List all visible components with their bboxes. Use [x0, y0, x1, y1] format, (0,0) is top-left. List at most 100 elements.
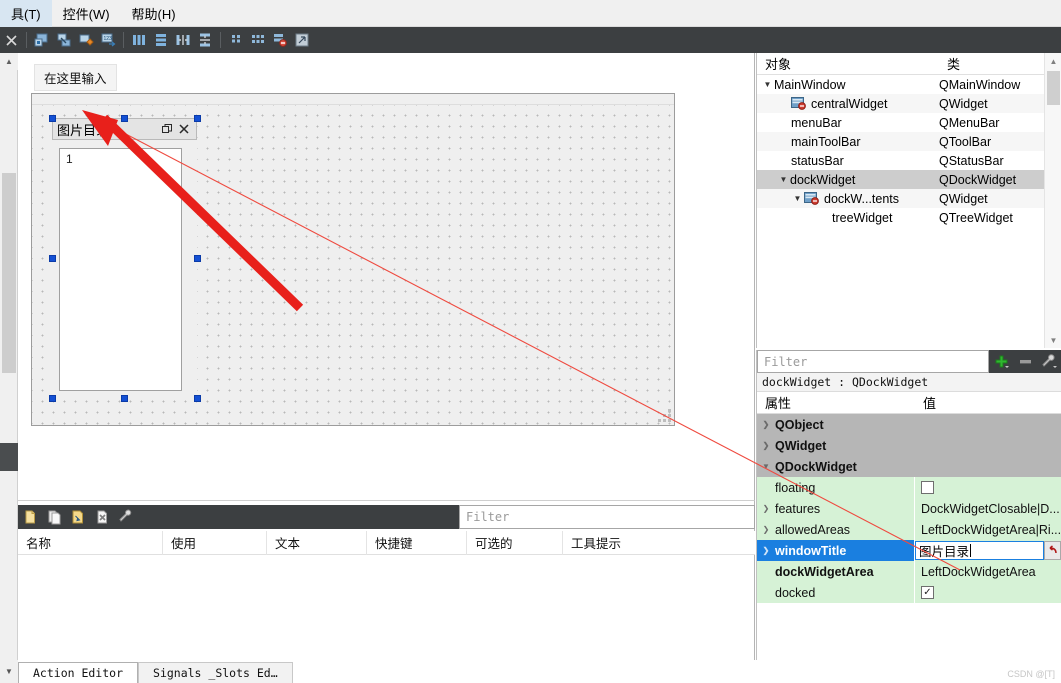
chevron-right-icon[interactable]: ❯	[757, 525, 775, 534]
tree-widget[interactable]: 1	[59, 148, 182, 391]
column-header-text[interactable]: 文本	[267, 530, 367, 555]
scrollbar-thumb[interactable]	[1047, 71, 1060, 105]
menu-tools[interactable]: 具(T)	[0, 0, 52, 27]
object-inspector-scrollbar[interactable]: ▲ ▼	[1044, 53, 1061, 348]
property-row-docked[interactable]: docked ✓	[757, 582, 1061, 603]
column-header-class[interactable]: 类	[939, 53, 1061, 75]
left-scrollbar[interactable]: ▲ ▼	[0, 53, 18, 683]
chevron-down-icon[interactable]: ▼	[757, 462, 775, 471]
tab-action-editor[interactable]: Action Editor	[18, 662, 139, 683]
chevron-down-icon[interactable]: ▼	[777, 175, 790, 184]
property-value-label[interactable]: LeftDockWidgetArea|Ri...	[915, 519, 1061, 540]
column-header-name[interactable]: 名称	[18, 530, 163, 555]
object-row-centralwidget[interactable]: centralWidget QWidget	[757, 94, 1061, 113]
object-row-maintoolbar[interactable]: mainToolBar QToolBar	[757, 132, 1061, 151]
edit-buddies-icon[interactable]	[75, 29, 97, 51]
column-header-checkable[interactable]: 可选的	[467, 530, 563, 555]
edit-action-icon[interactable]	[66, 506, 90, 528]
layout-form-icon[interactable]	[225, 29, 247, 51]
chevron-down-icon[interactable]: ▼	[0, 660, 18, 683]
selection-handle-top-right[interactable]	[194, 115, 201, 122]
new-action-icon[interactable]	[18, 506, 42, 528]
property-row-features[interactable]: ❯ features DockWidgetClosable|D...	[757, 498, 1061, 519]
object-row-treewidget[interactable]: treeWidget QTreeWidget	[757, 208, 1061, 227]
break-layout-icon[interactable]	[269, 29, 291, 51]
chevron-down-icon[interactable]: ▼	[791, 194, 804, 203]
property-name-label: docked	[775, 585, 816, 600]
dock-widget[interactable]: 图片目录 1	[52, 118, 197, 399]
selection-handle-bottom-left[interactable]	[49, 395, 56, 402]
layout-splitter-vertical-icon[interactable]	[194, 29, 216, 51]
minus-icon[interactable]	[1013, 350, 1037, 373]
chevron-right-icon[interactable]: ❯	[757, 546, 775, 555]
column-header-tooltip[interactable]: 工具提示	[563, 531, 755, 555]
action-editor-filter-input[interactable]: Filter	[459, 505, 755, 529]
close-icon[interactable]	[0, 29, 22, 51]
delete-action-icon[interactable]	[90, 506, 114, 528]
menu-help[interactable]: 帮助(H)	[121, 0, 187, 27]
property-group-qdockwidget[interactable]: ▼ QDockWidget	[757, 456, 1061, 477]
property-value-label[interactable]: LeftDockWidgetArea	[915, 561, 1061, 582]
property-row-allowedareas[interactable]: ❯ allowedAreas LeftDockWidgetArea|Ri...	[757, 519, 1061, 540]
edit-tab-order-icon[interactable]: 123	[97, 29, 119, 51]
column-header-property[interactable]: 属性	[757, 392, 915, 413]
main-window-form[interactable]: 图片目录 1	[31, 93, 675, 426]
chevron-up-icon[interactable]: ▲	[1045, 53, 1061, 69]
layout-vertically-icon[interactable]	[150, 29, 172, 51]
selection-handle-bottom-center[interactable]	[121, 395, 128, 402]
column-header-value[interactable]: 值	[915, 392, 1061, 413]
property-row-dockwidgetarea[interactable]: dockWidgetArea LeftDockWidgetArea	[757, 561, 1061, 582]
action-editor-column-headers: 名称 使用 文本 快捷键 可选的 工具提示	[18, 530, 755, 555]
property-row-floating[interactable]: floating	[757, 477, 1061, 498]
chevron-right-icon[interactable]: ❯	[757, 504, 775, 513]
property-group-qobject[interactable]: ❯ QObject	[757, 414, 1061, 435]
docked-checkbox[interactable]: ✓	[921, 586, 934, 599]
object-row-menubar[interactable]: menuBar QMenuBar	[757, 113, 1061, 132]
floating-checkbox[interactable]	[921, 481, 934, 494]
chevron-down-icon[interactable]: ▼	[761, 80, 774, 89]
property-filter-input[interactable]: Filter	[757, 350, 989, 373]
chevron-right-icon[interactable]: ❯	[757, 441, 775, 450]
scrollbar-thumb[interactable]	[2, 173, 16, 373]
layout-grid-icon[interactable]	[247, 29, 269, 51]
property-group-qwidget[interactable]: ❯ QWidget	[757, 435, 1061, 456]
column-header-object[interactable]: 对象	[757, 53, 939, 75]
float-icon[interactable]	[158, 121, 175, 138]
object-row-dockwidgetcontents[interactable]: ▼ dockW...tents QWidget	[757, 189, 1061, 208]
chevron-up-icon[interactable]: ▲	[0, 53, 18, 70]
object-class-label: QStatusBar	[939, 153, 1004, 168]
selection-handle-middle-left[interactable]	[49, 255, 56, 262]
column-header-shortcut[interactable]: 快捷键	[367, 530, 467, 555]
chevron-down-icon[interactable]: ▼	[1045, 332, 1061, 348]
object-row-mainwindow[interactable]: ▼ MainWindow QMainWindow	[757, 75, 1061, 94]
revert-icon[interactable]	[1044, 541, 1061, 560]
object-name-label: menuBar	[791, 115, 842, 130]
menu-widgets[interactable]: 控件(W)	[52, 0, 121, 27]
wrench-icon[interactable]	[1037, 350, 1061, 373]
property-row-windowtitle[interactable]: ❯ windowTitle 图片目录	[757, 540, 1061, 561]
tab-signals-slots-editor[interactable]: Signals _Slots Ed…	[138, 662, 293, 683]
adjust-size-icon[interactable]	[291, 29, 313, 51]
object-row-dockwidget[interactable]: ▼ dockWidget QDockWidget	[757, 170, 1061, 189]
column-header-used[interactable]: 使用	[163, 530, 267, 555]
window-title-input[interactable]: 图片目录	[915, 541, 1044, 560]
layout-horizontally-icon[interactable]	[128, 29, 150, 51]
selection-handle-bottom-right[interactable]	[194, 395, 201, 402]
menu-type-here-placeholder[interactable]: 在这里输入	[34, 64, 117, 91]
view-options-icon[interactable]	[114, 506, 138, 528]
layout-splitter-horizontal-icon[interactable]	[172, 29, 194, 51]
edit-signals-slots-icon[interactable]	[53, 29, 75, 51]
main-toolbar: 123	[0, 27, 1061, 53]
close-icon[interactable]	[175, 121, 192, 138]
selection-handle-top-left[interactable]	[49, 115, 56, 122]
selection-handle-middle-right[interactable]	[194, 255, 201, 262]
edit-widgets-icon[interactable]	[31, 29, 53, 51]
property-value-label[interactable]: DockWidgetClosable|D...	[915, 498, 1061, 519]
toolbar-separator	[220, 32, 221, 48]
object-row-statusbar[interactable]: statusBar QStatusBar	[757, 151, 1061, 170]
chevron-right-icon[interactable]: ❯	[757, 420, 775, 429]
plus-icon[interactable]	[989, 350, 1013, 373]
copy-action-icon[interactable]	[42, 506, 66, 528]
selection-handle-top-center[interactable]	[121, 115, 128, 122]
form-resize-grip[interactable]	[658, 409, 671, 422]
